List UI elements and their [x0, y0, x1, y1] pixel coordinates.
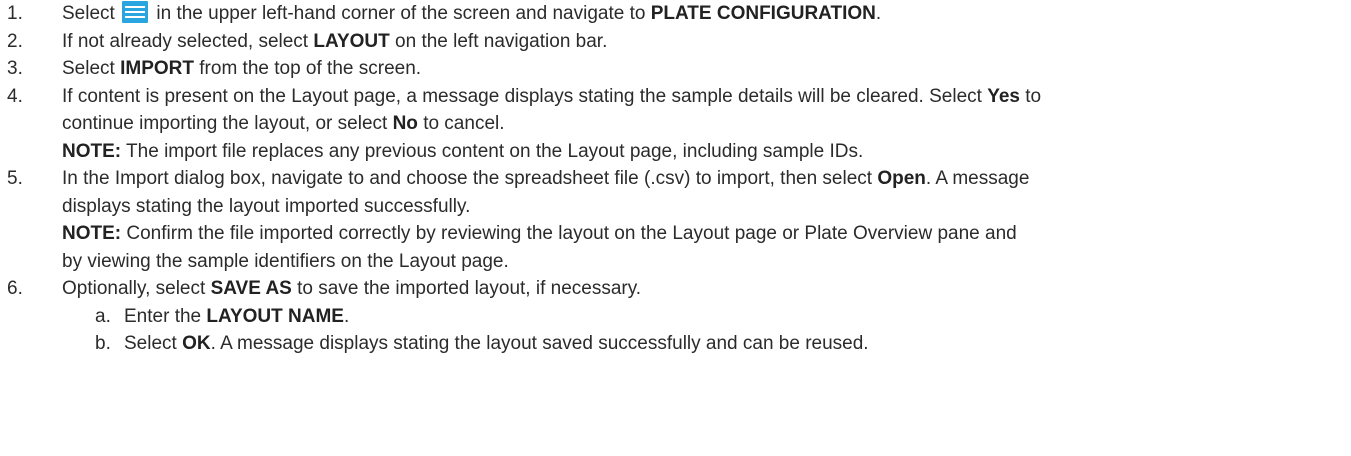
step-number: 6. [7, 278, 23, 299]
note-label: NOTE: [62, 223, 122, 244]
step-1: 1. Select in the upper left-hand corner … [0, 0, 1351, 28]
text: continue importing the layout, or select [62, 113, 388, 134]
note-text: Confirm the file imported correctly by r… [126, 223, 1017, 244]
layout-name-label: LAYOUT NAME [206, 305, 344, 327]
step-number: 5. [7, 168, 23, 189]
step-number: 4. [7, 85, 23, 107]
text: If not already selected, select [62, 30, 309, 52]
text: Enter the [124, 305, 202, 327]
step-5-line-2: displays stating the layout imported suc… [62, 193, 1351, 221]
text: to [1025, 85, 1042, 107]
instruction-list: 1. Select in the upper left-hand corner … [0, 0, 1351, 358]
substep-a-text: Enter the LAYOUT NAME. [124, 306, 349, 327]
text: on the left navigation bar. [395, 30, 608, 52]
text: to save the imported layout, if necessar… [297, 278, 642, 299]
substep-b: b. Select OK. A message displays stating… [0, 330, 1351, 358]
hamburger-menu-icon [122, 1, 149, 23]
substep-letter: a. [95, 305, 111, 327]
text: displays stating the layout imported suc… [62, 195, 471, 217]
step-2: 2. If not already selected, select LAYOU… [0, 28, 1351, 56]
substep-letter: b. [95, 333, 111, 354]
step-6: 6. Optionally, select SAVE AS to save th… [0, 275, 1351, 303]
text: Select [62, 3, 115, 24]
step-5-note-line-1: NOTE: Confirm the file imported correctl… [62, 220, 1351, 248]
substep-b-text: Select OK. A message displays stating th… [124, 333, 869, 354]
substep-a: a. Enter the LAYOUT NAME. [0, 303, 1351, 331]
step-4-line-2: continue importing the layout, or select… [62, 110, 1351, 138]
ok-label: OK [182, 333, 211, 354]
text: Select [124, 333, 177, 354]
step-number: 3. [7, 58, 23, 79]
step-3-text: Select IMPORT from the top of the screen… [62, 58, 421, 79]
step-number: 1. [7, 3, 23, 24]
text: . [343, 305, 350, 327]
text: . [875, 3, 882, 24]
no-label: No [392, 113, 418, 134]
text: If content is present on the Layout page… [62, 85, 982, 107]
text: Optionally, select [62, 278, 206, 299]
text: to cancel. [423, 113, 505, 134]
step-5-line-1: In the Import dialog box, navigate to an… [62, 165, 1351, 193]
step-5: 5. In the Import dialog box, navigate to… [0, 165, 1351, 275]
text: Select [62, 58, 115, 79]
layout-label: LAYOUT [313, 30, 390, 52]
step-2-text: If not already selected, select LAYOUT o… [62, 31, 607, 52]
step-3: 3. Select IMPORT from the top of the scr… [0, 55, 1351, 83]
note-text: The import file replaces any previous co… [126, 140, 864, 162]
yes-label: Yes [987, 85, 1020, 107]
import-label: IMPORT [120, 58, 194, 79]
plate-configuration-label: PLATE CONFIGURATION [650, 3, 876, 24]
open-label: Open [877, 168, 926, 189]
step-number: 2. [7, 30, 23, 52]
step-4-note: NOTE: The import file replaces any previ… [62, 138, 1351, 166]
text: In the Import dialog box, navigate to an… [62, 168, 873, 189]
step-1-text: Select in the upper left-hand corner of … [62, 1, 882, 24]
text: in the upper left-hand corner of the scr… [156, 3, 646, 24]
text: from the top of the screen. [199, 58, 422, 79]
text: . A message displays stating the layout … [210, 333, 869, 354]
step-4-line-1: If content is present on the Layout page… [62, 83, 1351, 111]
text: . A message [925, 168, 1030, 189]
step-4: 4. If content is present on the Layout p… [0, 83, 1351, 166]
note-label: NOTE: [62, 140, 122, 162]
note-text: by viewing the sample identifiers on the… [62, 250, 509, 272]
save-as-label: SAVE AS [210, 278, 292, 299]
step-6-text: Optionally, select SAVE AS to save the i… [62, 278, 641, 299]
step-5-note-line-2: by viewing the sample identifiers on the… [62, 248, 1351, 276]
